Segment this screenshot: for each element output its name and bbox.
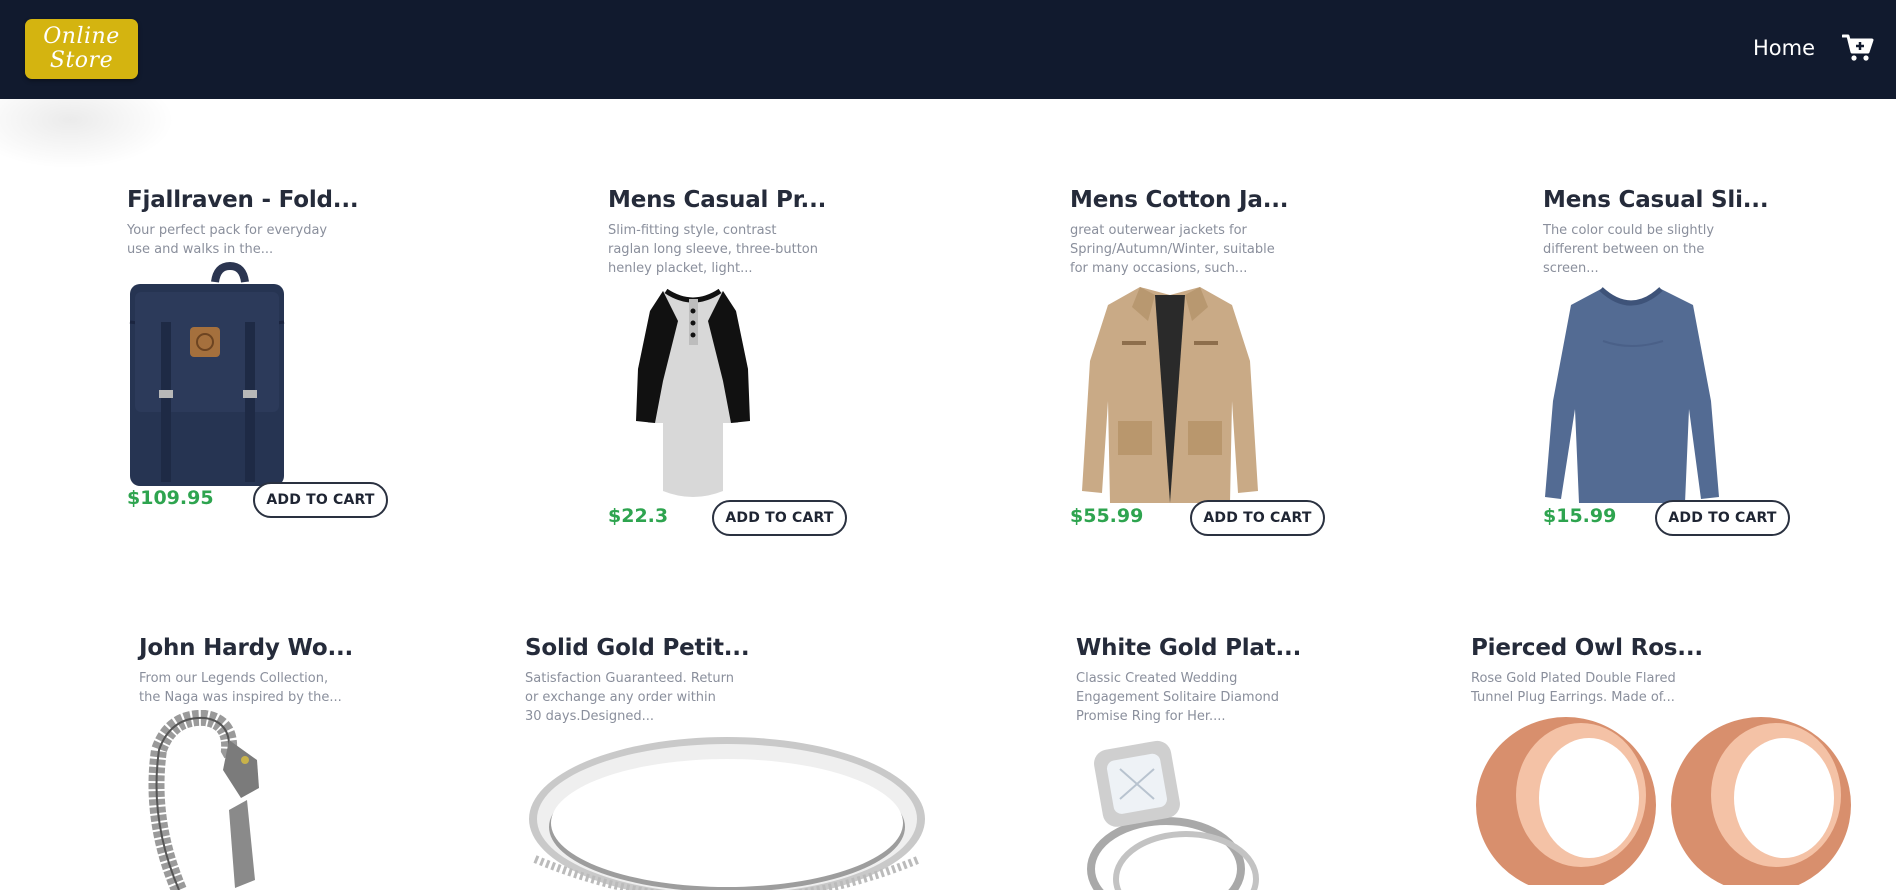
diamond-ring-image[interactable] — [1076, 729, 1276, 890]
add-to-cart-button[interactable]: ADD TO CART — [1190, 500, 1325, 536]
decorative-shadow — [0, 99, 175, 169]
cotton-jacket-image[interactable] — [1070, 281, 1270, 506]
store-logo[interactable]: Online Store — [25, 19, 138, 79]
dragon-bracelet-image[interactable] — [139, 710, 264, 890]
product-title: Fjallraven - Fold... — [127, 187, 359, 213]
product-title: Solid Gold Petit... — [525, 635, 750, 661]
product-description: great outerwear jackets for Spring/Autum… — [1070, 223, 1275, 276]
product-card: Mens Cotton Ja... great outerwear jacket… — [1070, 187, 1325, 536]
product-price: $109.95 — [127, 487, 214, 509]
product-card: White Gold Plat... Classic Created Weddi… — [1076, 635, 1301, 890]
product-description: Slim-fitting style, contrast raglan long… — [608, 223, 818, 276]
product-card: Mens Casual Sli... The color could be sl… — [1543, 187, 1790, 536]
product-card: John Hardy Wo... From our Legends Collec… — [139, 635, 353, 890]
add-to-cart-button[interactable]: ADD TO CART — [1655, 500, 1790, 536]
product-price: $22.3 — [608, 505, 669, 527]
add-to-cart-button[interactable]: ADD TO CART — [253, 482, 388, 518]
product-card: Solid Gold Petit... Satisfaction Guarant… — [525, 635, 930, 890]
logo-line-1: Online — [43, 24, 120, 49]
product-price: $15.99 — [1543, 505, 1617, 527]
product-card: Mens Casual Pr... Slim-fitting style, co… — [608, 187, 847, 536]
backpack-image[interactable] — [127, 262, 287, 487]
product-description: Rose Gold Plated Double Flared Tunnel Pl… — [1471, 671, 1676, 705]
product-title: Mens Casual Sli... — [1543, 187, 1769, 213]
product-description: Satisfaction Guaranteed. Return or excha… — [525, 671, 735, 724]
product-price: $55.99 — [1070, 505, 1144, 527]
product-card: Fjallraven - Fold... Your perfect pack f… — [127, 187, 388, 518]
cart-plus-icon[interactable] — [1842, 33, 1874, 63]
product-description: Your perfect pack for everyday use and w… — [127, 223, 328, 257]
product-description: From our Legends Collection, the Naga wa… — [139, 671, 342, 705]
add-to-cart-button[interactable]: ADD TO CART — [712, 500, 847, 536]
product-card: Pierced Owl Ros... Rose Gold Plated Doub… — [1471, 635, 1861, 885]
product-description: Classic Created Wedding Engagement Solit… — [1076, 671, 1280, 724]
product-title: White Gold Plat... — [1076, 635, 1302, 661]
long-sleeve-tee-image[interactable] — [1543, 281, 1723, 506]
product-title: John Hardy Wo... — [139, 635, 354, 661]
navbar: Online Store Home — [0, 0, 1896, 99]
rose-gold-plugs-image[interactable] — [1471, 710, 1861, 885]
silver-ring-image[interactable] — [525, 729, 930, 890]
product-description: The color could be slightly different be… — [1543, 223, 1715, 276]
product-title: Pierced Owl Ros... — [1471, 635, 1703, 661]
raglan-shirt-image[interactable] — [608, 281, 778, 506]
logo-line-2: Store — [49, 48, 114, 73]
nav-home-link[interactable]: Home — [1753, 36, 1815, 60]
product-title: Mens Casual Pr... — [608, 187, 827, 213]
product-title: Mens Cotton Ja... — [1070, 187, 1289, 213]
